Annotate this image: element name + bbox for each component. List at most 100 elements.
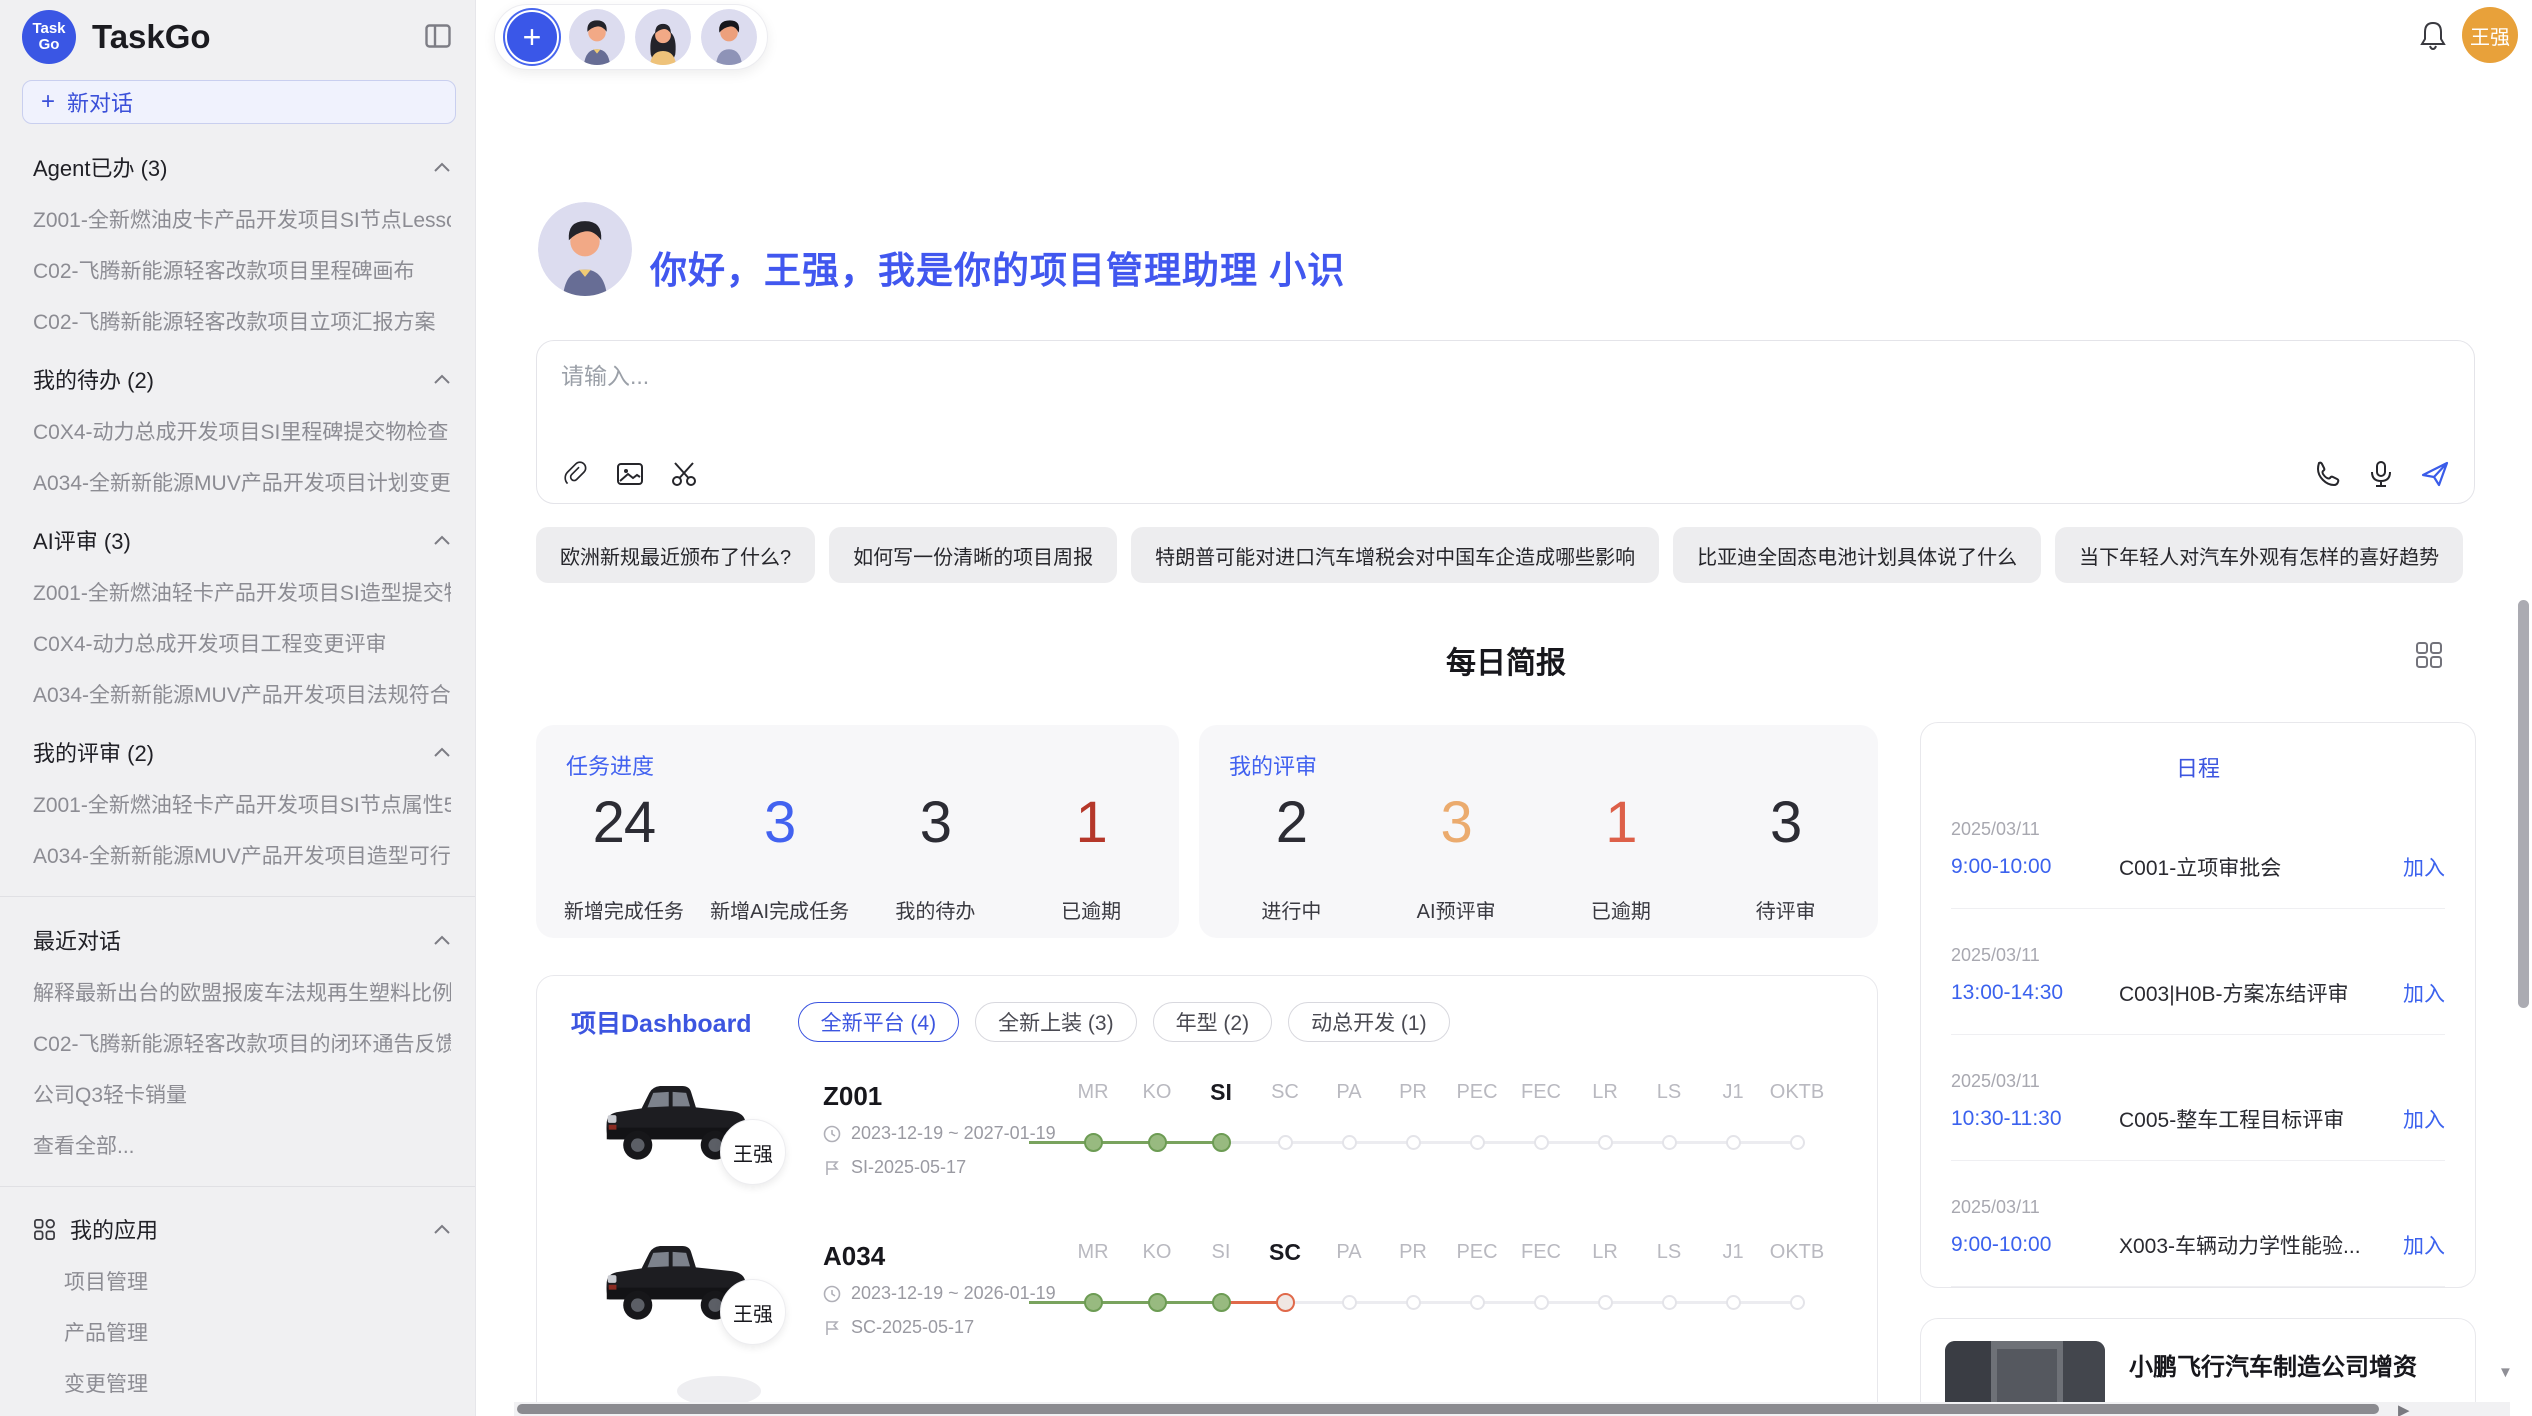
filter-pill[interactable]: 全新上装 (3) xyxy=(975,1002,1137,1042)
conversation-item[interactable]: Z001-全新燃油轻卡产品开发项目SI造型提交物评审 xyxy=(33,577,451,607)
add-assistant-button[interactable]: + xyxy=(505,10,559,64)
section-title: 我的评审 (2) xyxy=(33,736,154,768)
conversation-item[interactable]: C0X4-动力总成开发项目工程变更评审 xyxy=(33,628,451,658)
layout-grid-icon[interactable] xyxy=(2414,640,2444,670)
suggestion-chip[interactable]: 当下年轻人对汽车外观有怎样的喜好趋势 xyxy=(2055,527,2463,583)
schedule-time: 9:00-10:00 xyxy=(1951,1233,2119,1257)
chevron-up-icon xyxy=(433,374,451,385)
conversation-item[interactable]: A034-全新新能源MUV产品开发项目造型可行性评审 xyxy=(33,840,451,870)
milestone-dot xyxy=(1726,1295,1741,1310)
chevron-up-icon xyxy=(433,535,451,546)
suggestion-chip[interactable]: 特朗普可能对进口汽车增税会对中国车企造成哪些影响 xyxy=(1131,527,1659,583)
filter-pill[interactable]: 年型 (2) xyxy=(1153,1002,1273,1042)
mic-icon[interactable] xyxy=(2366,459,2396,489)
conversation-item[interactable]: C0X4-动力总成开发项目SI里程碑提交物检查 xyxy=(33,416,451,446)
greeting-text: 你好，王强，我是你的项目管理助理 小识 xyxy=(650,240,1345,294)
clock-icon xyxy=(823,1125,841,1143)
milestone-label: KO xyxy=(1143,1079,1172,1105)
milestone-dot xyxy=(1342,1295,1357,1310)
recent-chat-item[interactable]: 查看全部... xyxy=(33,1130,451,1160)
phone-icon[interactable] xyxy=(2312,459,2342,489)
milestone-label: MR xyxy=(1077,1239,1108,1265)
vertical-scrollbar-thumb[interactable] xyxy=(2518,600,2529,1008)
recent-chat-item[interactable]: 解释最新出台的欧盟报废车法规再生塑料比例被调至15%... xyxy=(33,977,451,1007)
scroll-down-arrow[interactable]: ▼ xyxy=(2498,1364,2513,1381)
card-title: 我的评审 xyxy=(1229,749,1317,781)
conversation-item[interactable]: Z001-全新燃油皮卡产品开发项目SI节点Lesson Learn报告 xyxy=(33,204,451,234)
dashboard-title: 项目Dashboard xyxy=(571,1004,752,1040)
suggestion-chip[interactable]: 如何写一份清晰的项目周报 xyxy=(829,527,1117,583)
assistant-avatar-2[interactable] xyxy=(635,9,691,65)
project-dashboard-card: 项目Dashboard 全新平台 (4) 全新上装 (3) 年型 (2) 动总开发 (… xyxy=(536,975,1878,1416)
schedule-item: 2025/03/11 9:00-10:00 C001-立项审批会 加入 xyxy=(1921,819,2475,882)
conversation-item[interactable]: Z001-全新燃油轻卡产品开发项目SI节点属性5D文件评审 xyxy=(33,789,451,819)
flag-icon xyxy=(823,1319,841,1337)
notification-bell-icon[interactable] xyxy=(2418,20,2448,52)
milestone-step: OKTB xyxy=(1765,1239,1829,1312)
section-header-recent-chats[interactable]: 最近对话 xyxy=(33,924,451,956)
project-row-z001[interactable]: 王强 Z001 2023-12-19 ~ 2027-01-19 SI-2025-… xyxy=(537,1059,1877,1219)
suggestion-chip[interactable]: 比亚迪全固态电池计划具体说了什么 xyxy=(1673,527,2041,583)
horizontal-scrollbar-thumb[interactable] xyxy=(517,1404,2379,1414)
send-icon[interactable] xyxy=(2420,459,2450,489)
section-header-my-todo[interactable]: 我的待办 (2) xyxy=(33,363,451,395)
stat-value: 24 xyxy=(546,789,702,861)
recent-chat-item[interactable]: 公司Q3轻卡销量 xyxy=(33,1079,451,1109)
scissors-icon[interactable] xyxy=(669,459,699,489)
scroll-right-arrow[interactable]: ▶ xyxy=(2398,1401,2410,1416)
assistant-avatar-large xyxy=(538,202,632,296)
stat-label: 我的待办 xyxy=(858,895,1014,924)
suggestion-chip[interactable]: 欧洲新规最近颁布了什么? xyxy=(536,527,815,583)
user-avatar[interactable]: 王强 xyxy=(2462,7,2518,63)
conversation-item[interactable]: A034-全新新能源MUV产品开发项目法规符合性评审 xyxy=(33,679,451,709)
stat-label: 已逾期 xyxy=(1539,895,1704,924)
milestone-dot xyxy=(1084,1133,1103,1152)
join-link[interactable]: 加入 xyxy=(2403,1104,2445,1134)
milestone-dot xyxy=(1212,1133,1231,1152)
project-row-a034[interactable]: 王强 A034 2023-12-19 ~ 2026-01-19 SC-2025-… xyxy=(537,1219,1877,1379)
stat-item: 3 我的待办 xyxy=(858,789,1014,924)
join-link[interactable]: 加入 xyxy=(2403,978,2445,1008)
conversation-item[interactable]: C02-飞腾新能源轻客改款项目立项汇报方案 xyxy=(33,306,451,336)
assistant-avatar-3[interactable] xyxy=(701,9,757,65)
section-header-my-review[interactable]: 我的评审 (2) xyxy=(33,736,451,768)
attachment-icon[interactable] xyxy=(561,459,591,489)
schedule-item: 2025/03/11 10:30-11:30 C005-整车工程目标评审 加入 xyxy=(1921,1071,2475,1134)
recent-chat-item[interactable]: C02-飞腾新能源轻客改款项目的闭环通告反馈情况 xyxy=(33,1028,451,1058)
filter-pill[interactable]: 动总开发 (1) xyxy=(1288,1002,1450,1042)
milestone-label: FEC xyxy=(1521,1079,1561,1105)
schedule-card: 日程 2025/03/11 9:00-10:00 C001-立项审批会 加入 xyxy=(1920,722,2476,1288)
join-link[interactable]: 加入 xyxy=(2403,852,2445,882)
section-recent-chats: 最近对话 解释最新出台的欧盟报废车法规再生塑料比例被调至15%... C02-飞腾… xyxy=(0,924,475,1160)
milestone-label: MR xyxy=(1077,1079,1108,1105)
section-header-agent-done[interactable]: Agent已办 (3) xyxy=(33,151,451,183)
app-sub-item[interactable]: 项目管理 xyxy=(0,1266,475,1296)
suggestion-chips: 欧洲新规最近颁布了什么?如何写一份清晰的项目周报特朗普可能对进口汽车增税会对中国… xyxy=(536,527,2463,583)
chat-input[interactable] xyxy=(561,357,2441,443)
sidebar-item-my-apps[interactable]: 我的应用 xyxy=(0,1213,475,1245)
filter-pill[interactable]: 全新平台 (4) xyxy=(798,1002,960,1042)
app-sub-item[interactable]: 产品管理 xyxy=(0,1317,475,1347)
sidebar-divider xyxy=(0,896,475,897)
app-title: TaskGo xyxy=(92,18,211,56)
schedule-time: 10:30-11:30 xyxy=(1951,1107,2119,1131)
join-link[interactable]: 加入 xyxy=(2403,1230,2445,1260)
section-header-ai-review[interactable]: AI评审 (3) xyxy=(33,524,451,556)
milestone-label: OKTB xyxy=(1770,1239,1824,1265)
assistant-avatar-1[interactable] xyxy=(569,9,625,65)
stat-label: 进行中 xyxy=(1209,895,1374,924)
conversation-item[interactable]: A034-全新新能源MUV产品开发项目计划变更表编写 xyxy=(33,467,451,497)
conversation-item[interactable]: C02-飞腾新能源轻客改款项目里程碑画布 xyxy=(33,255,451,285)
task-progress-card: 任务进度 24 新增完成任务 3 新增AI完成任务 3 我的待办 xyxy=(536,725,1179,938)
chevron-up-icon xyxy=(433,1224,451,1235)
schedule-divider xyxy=(1951,1034,2445,1035)
image-icon[interactable] xyxy=(615,459,645,489)
collapse-sidebar-icon[interactable] xyxy=(425,24,451,48)
my-apps-label: 我的应用 xyxy=(70,1213,419,1245)
milestone-dot xyxy=(1790,1135,1805,1150)
new-chat-button[interactable]: + 新对话 xyxy=(22,80,456,124)
app-sub-item[interactable]: 变更管理 xyxy=(0,1368,475,1398)
stat-item: 3 待评审 xyxy=(1703,789,1868,924)
milestone-label: PEC xyxy=(1456,1079,1497,1105)
clock-icon xyxy=(823,1285,841,1303)
